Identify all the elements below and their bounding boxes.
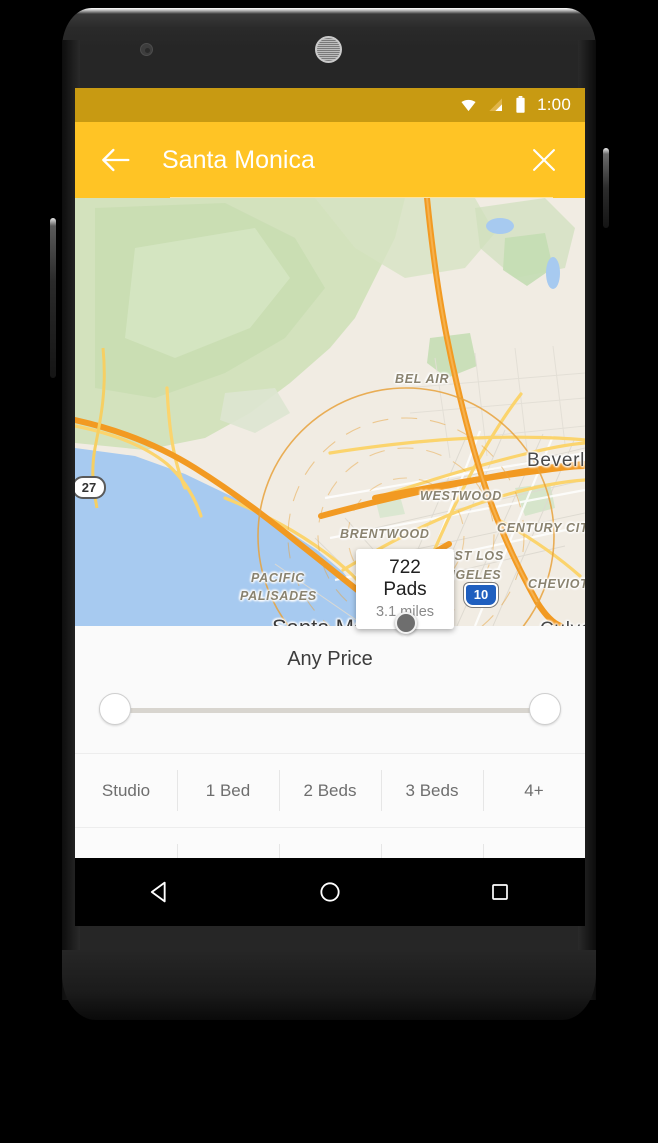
bedroom-option-1-bed[interactable]: 1 Bed (177, 754, 279, 827)
battery-icon (515, 96, 526, 114)
map-view[interactable]: BEL AIR Beverly WESTWOOD CENTURY CITY BR… (75, 198, 585, 626)
power-button[interactable] (603, 148, 609, 228)
slider-track (117, 708, 543, 713)
phone-bottom-bezel (62, 950, 596, 1020)
back-triangle-icon[interactable] (130, 872, 190, 912)
price-range-slider[interactable] (99, 693, 561, 727)
speaker-grille-icon (315, 36, 342, 63)
price-label: Any Price (75, 648, 585, 671)
bedroom-option-studio[interactable]: Studio (75, 754, 177, 827)
back-arrow-icon[interactable] (95, 140, 135, 180)
map-marker-icon[interactable] (395, 612, 417, 634)
recents-square-icon[interactable] (470, 872, 530, 912)
android-nav-bar (75, 858, 585, 926)
bedroom-option-4-plus[interactable]: 4+ (483, 754, 585, 827)
price-filter: Any Price (75, 626, 585, 753)
volume-button[interactable] (50, 218, 56, 378)
map-canvas (75, 198, 585, 626)
phone-screen: 1:00 Santa Monica (75, 88, 585, 926)
cell-signal-icon (488, 97, 504, 113)
home-circle-icon[interactable] (300, 872, 360, 912)
slider-handle-min[interactable] (99, 693, 131, 725)
info-window-title: 722 Pads (368, 557, 442, 601)
close-icon[interactable] (527, 143, 561, 177)
route-shield-27: 27 (75, 476, 106, 499)
bedroom-option-3-beds[interactable]: 3 Beds (381, 754, 483, 827)
bedroom-option-2-beds[interactable]: 2 Beds (279, 754, 381, 827)
interstate-shield-10: 10 (464, 583, 498, 607)
bedroom-filter-row: Studio 1 Bed 2 Beds 3 Beds 4+ (75, 753, 585, 827)
screenshot-root: 1:00 Santa Monica (0, 0, 658, 1143)
wifi-icon (460, 97, 477, 114)
status-time: 1:00 (537, 95, 571, 115)
status-bar: 1:00 (75, 88, 585, 122)
camera-icon (140, 43, 153, 56)
slider-handle-max[interactable] (529, 693, 561, 725)
app-bar: Santa Monica (75, 122, 585, 198)
search-input[interactable]: Santa Monica (162, 146, 527, 175)
